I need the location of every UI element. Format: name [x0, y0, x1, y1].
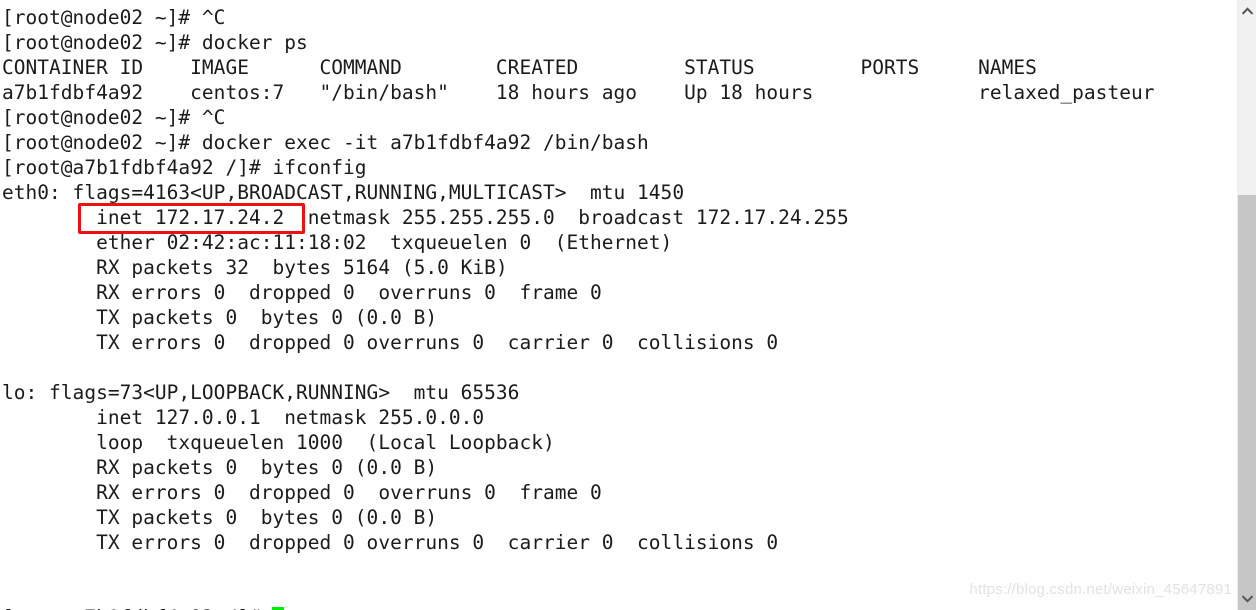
shell-prompt-line[interactable]: [root@a7b1fdbf4a92 /]# — [2, 605, 285, 610]
terminal-line: inet 127.0.0.1 netmask 255.0.0.0 — [2, 406, 485, 429]
terminal-line: [root@a7b1fdbf4a92 /]# ifconfig — [2, 156, 367, 179]
terminal-line: [root@node02 ~]# docker ps — [2, 31, 308, 54]
terminal-line: RX errors 0 dropped 0 overruns 0 frame 0 — [2, 281, 602, 304]
chevron-up-icon[interactable] — [1238, 2, 1256, 20]
terminal-line: loop txqueuelen 1000 (Local Loopback) — [2, 431, 555, 454]
terminal-line: [root@node02 ~]# docker exec -it a7b1fdb… — [2, 131, 649, 154]
terminal-line: [root@node02 ~]# ^C — [2, 6, 226, 29]
terminal-line: RX packets 32 bytes 5164 (5.0 KiB) — [2, 256, 508, 279]
terminal-line: ether 02:42:ac:11:18:02 txqueuelen 0 (Et… — [2, 231, 673, 254]
terminal-line: [root@node02 ~]# ^C — [2, 106, 226, 129]
terminal-screenshot: [root@node02 ~]# ^C [root@node02 ~]# dock… — [0, 0, 1256, 610]
scrollbar-thumb[interactable] — [1238, 195, 1256, 610]
terminal-output-area[interactable]: [root@node02 ~]# ^C [root@node02 ~]# dock… — [0, 0, 1237, 610]
terminal-line: eth0: flags=4163<UP,BROADCAST,RUNNING,MU… — [2, 181, 685, 204]
terminal-line: TX errors 0 dropped 0 overruns 0 carrier… — [2, 331, 779, 354]
terminal-line: TX packets 0 bytes 0 (0.0 B) — [2, 306, 438, 329]
vertical-scrollbar[interactable] — [1237, 0, 1256, 610]
terminal-line: RX packets 0 bytes 0 (0.0 B) — [2, 456, 438, 479]
terminal-line: CONTAINER ID IMAGE COMMAND CREATED STATU… — [2, 56, 1037, 79]
terminal-line: RX errors 0 dropped 0 overruns 0 frame 0 — [2, 481, 602, 504]
terminal-line: TX errors 0 dropped 0 overruns 0 carrier… — [2, 531, 779, 554]
prompt-text: [root@a7b1fdbf4a92 /]# — [2, 606, 272, 610]
terminal-line: a7b1fdbf4a92 centos:7 "/bin/bash" 18 hou… — [2, 81, 1155, 104]
terminal-line: lo: flags=73<UP,LOOPBACK,RUNNING> mtu 65… — [2, 381, 520, 404]
terminal-line: TX packets 0 bytes 0 (0.0 B) — [2, 506, 438, 529]
terminal-line: inet 172.17.24.2 netmask 255.255.255.0 b… — [2, 206, 849, 229]
chevron-down-icon[interactable] — [1238, 590, 1256, 608]
csdn-watermark: https://blog.csdn.net/weixin_45647891 — [969, 581, 1232, 598]
